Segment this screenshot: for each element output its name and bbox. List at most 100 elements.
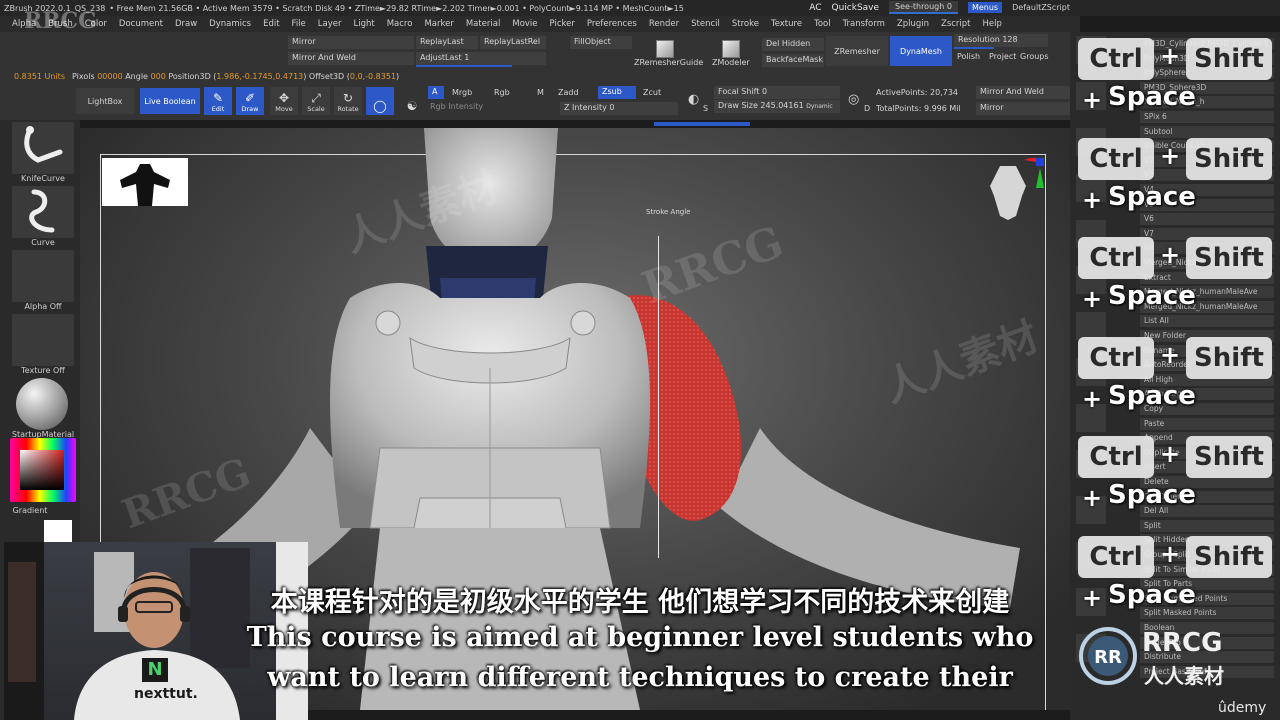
lightbox-button[interactable]: LightBox bbox=[76, 88, 134, 114]
scale-button[interactable]: ⤢ Scale bbox=[302, 87, 330, 115]
texture-button[interactable] bbox=[12, 314, 74, 366]
material-swatch-button[interactable]: ☯ bbox=[398, 87, 426, 115]
focal-shift-slider[interactable]: Focal Shift 0 bbox=[714, 86, 840, 99]
knife-curve-brush-button[interactable] bbox=[12, 122, 74, 174]
ctrl-key: Ctrl bbox=[1078, 436, 1154, 478]
alpha-button[interactable] bbox=[12, 250, 74, 302]
plus-sign: + bbox=[1159, 440, 1181, 468]
move-button[interactable]: ✥ Move bbox=[270, 87, 298, 115]
mirror-and-weld-button[interactable]: Mirror And Weld bbox=[288, 52, 414, 65]
material-sphere-button[interactable] bbox=[16, 378, 68, 430]
rotate-icon: ↻ bbox=[342, 91, 354, 105]
circle-icon: ◯ bbox=[373, 99, 387, 113]
color-saturation-square[interactable] bbox=[20, 450, 64, 490]
corner-watermark: RRCG bbox=[24, 8, 97, 34]
brush-cursor-label: Stroke Angle bbox=[646, 208, 691, 216]
replay-last-rel-button[interactable]: ReplayLastRel bbox=[480, 36, 546, 49]
offset3d-close: ) bbox=[396, 72, 400, 81]
rgb-button[interactable]: Rgb bbox=[494, 88, 510, 97]
zremesher-guide-button[interactable]: ZRemesherGuide bbox=[634, 58, 703, 67]
menu-texture[interactable]: Texture bbox=[771, 19, 802, 29]
ctrl-key: Ctrl bbox=[1078, 535, 1154, 578]
menu-document[interactable]: Document bbox=[119, 19, 163, 29]
zremesher-button[interactable]: ZRemesher bbox=[826, 36, 888, 66]
space-key: Space bbox=[1108, 281, 1196, 311]
menu-draw[interactable]: Draw bbox=[175, 19, 197, 29]
menu-edit[interactable]: Edit bbox=[263, 19, 279, 29]
plus-sign: + bbox=[1159, 539, 1181, 568]
menu-material[interactable]: Material bbox=[466, 19, 501, 29]
secondary-color-swatch[interactable] bbox=[44, 520, 72, 544]
default-zscript-button[interactable]: DefaultZScript bbox=[1012, 3, 1070, 12]
navigation-gizmo[interactable] bbox=[980, 158, 1050, 238]
knife-curve-label: KnifeCurve bbox=[21, 174, 65, 183]
polish-button[interactable]: Polish bbox=[957, 52, 980, 61]
menu-file[interactable]: File bbox=[292, 19, 306, 29]
dynamic-toggle[interactable]: Dynamic bbox=[806, 103, 832, 110]
menu-zscript[interactable]: Zscript bbox=[941, 19, 971, 29]
fill-object-button[interactable]: FillObject bbox=[570, 36, 632, 49]
key-combo-overlay: Ctrl + Shift + Space bbox=[1078, 336, 1274, 427]
plus-sign: + bbox=[1159, 42, 1181, 70]
menu-stroke[interactable]: Stroke bbox=[732, 19, 759, 29]
menu-help[interactable]: Help bbox=[983, 19, 1002, 29]
d-label: D bbox=[864, 104, 871, 113]
del-hidden-button[interactable]: Del Hidden bbox=[762, 38, 824, 51]
curve-stroke-button[interactable] bbox=[12, 186, 74, 238]
mirror-button[interactable]: Mirror bbox=[288, 36, 414, 49]
rrcg-logo-text: RRCG bbox=[1142, 628, 1223, 658]
mirror-button-2[interactable]: Mirror bbox=[976, 102, 1072, 115]
draw-size-slider[interactable]: Draw Size 245.04161 Dynamic bbox=[714, 100, 840, 113]
menu-layer[interactable]: Layer bbox=[318, 19, 342, 29]
menu-dynamics[interactable]: Dynamics bbox=[209, 19, 251, 29]
zmodeler-button[interactable]: ZModeler bbox=[712, 58, 750, 67]
menu-movie[interactable]: Movie bbox=[512, 19, 537, 29]
move-icon: ✥ bbox=[278, 91, 290, 105]
rgb-intensity-slider[interactable]: Rgb Intensity bbox=[430, 102, 483, 111]
plus-sign: + bbox=[1159, 340, 1181, 369]
menu-marker[interactable]: Marker bbox=[424, 19, 453, 29]
quicksave-button[interactable]: QuickSave bbox=[832, 3, 880, 13]
groups-button[interactable]: Groups bbox=[1020, 52, 1049, 61]
dynamesh-button[interactable]: DynaMesh bbox=[890, 36, 952, 66]
backface-mask-button[interactable]: BackfaceMask bbox=[762, 54, 824, 67]
edit-button[interactable]: ✎ Edit bbox=[204, 87, 232, 115]
menu-light[interactable]: Light bbox=[353, 19, 374, 29]
m-button[interactable]: M bbox=[537, 88, 544, 97]
menu-picker[interactable]: Picker bbox=[550, 19, 575, 29]
menu-transform[interactable]: Transform bbox=[843, 19, 885, 29]
rrcg-logo-cn: 人人素材 bbox=[1144, 664, 1224, 688]
shift-key: Shift bbox=[1186, 237, 1272, 279]
rotate-button[interactable]: ↻ Rotate bbox=[334, 87, 362, 115]
coordinates-readout: Pixols 00000 Angle 000 Position3D (1.986… bbox=[72, 72, 399, 81]
draw-button[interactable]: ✐ Draw bbox=[236, 87, 264, 115]
menus-button[interactable]: Menus bbox=[967, 2, 1003, 13]
live-boolean-button[interactable]: Live Boolean bbox=[140, 88, 200, 114]
mrgb-button[interactable]: Mrgb bbox=[452, 88, 472, 97]
plus-sign: + bbox=[1159, 141, 1181, 170]
edit-mode-button[interactable]: ◯ bbox=[366, 87, 394, 115]
brush-cursor-line bbox=[658, 236, 659, 558]
a-toggle[interactable]: A bbox=[428, 86, 444, 99]
shift-key: Shift bbox=[1186, 535, 1272, 578]
project-button[interactable]: Project bbox=[989, 52, 1016, 61]
menu-tool[interactable]: Tool bbox=[814, 19, 831, 29]
menu-render[interactable]: Render bbox=[649, 19, 679, 29]
mirror-and-weld-button-2[interactable]: Mirror And Weld bbox=[976, 86, 1072, 99]
menu-macro[interactable]: Macro bbox=[387, 19, 413, 29]
zadd-button[interactable]: Zadd bbox=[558, 88, 579, 97]
replay-last-button[interactable]: ReplayLast bbox=[416, 36, 478, 49]
z-intensity-slider[interactable]: Z Intensity 0 bbox=[560, 102, 678, 115]
zcut-button[interactable]: Zcut bbox=[643, 88, 661, 97]
menu-preferences[interactable]: Preferences bbox=[587, 19, 637, 29]
see-through-slider[interactable]: See-through 0 bbox=[889, 1, 958, 14]
menu-zplugin[interactable]: Zplugin bbox=[897, 19, 929, 29]
texture-off-label: Texture Off bbox=[21, 366, 65, 375]
focal-shift-icon: ◐ bbox=[688, 92, 700, 107]
resolution-slider[interactable]: Resolution 128 bbox=[954, 34, 1048, 47]
top-shelf: Mirror Mirror And Weld ReplayLast Replay… bbox=[0, 32, 1080, 126]
adjust-last-slider[interactable]: AdjustLast 1 bbox=[416, 52, 546, 65]
zsub-button[interactable]: Zsub bbox=[598, 86, 636, 99]
curve-label: Curve bbox=[31, 238, 55, 247]
menu-stencil[interactable]: Stencil bbox=[691, 19, 720, 29]
